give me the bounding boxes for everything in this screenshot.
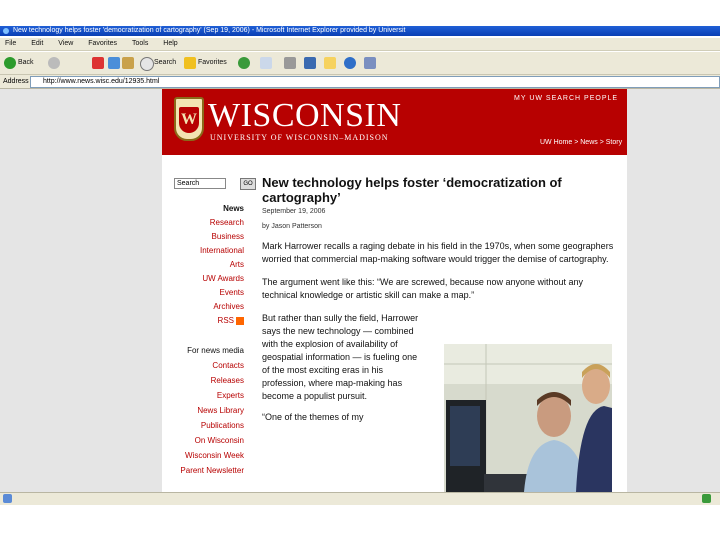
menu-help[interactable]: Help bbox=[163, 40, 177, 47]
notes-icon[interactable] bbox=[324, 57, 336, 69]
photo-illustration bbox=[444, 344, 612, 492]
search-go-button[interactable]: GO bbox=[240, 178, 256, 190]
address-input[interactable]: http://www.news.wisc.edu/12935.html bbox=[30, 76, 720, 88]
refresh-icon[interactable] bbox=[108, 57, 120, 69]
toolbar: Back Search Favorites bbox=[0, 52, 720, 75]
forward-arrow-icon[interactable] bbox=[48, 57, 60, 69]
menu-tools[interactable]: Tools bbox=[132, 40, 148, 47]
media-nav: For news media Contacts Releases Experts… bbox=[162, 343, 244, 478]
uw-wordmark[interactable]: WISCONSIN bbox=[208, 97, 401, 135]
article-byline: by Jason Patterson bbox=[262, 223, 322, 230]
nav-publications[interactable]: Publications bbox=[162, 418, 244, 433]
nav-wisconsin-week[interactable]: Wisconsin Week bbox=[162, 448, 244, 463]
side-nav: News Research Business International Art… bbox=[162, 202, 244, 328]
nav-rss-label: RSS bbox=[217, 316, 234, 325]
nav-uw-awards[interactable]: UW Awards bbox=[162, 272, 244, 286]
article-paragraph-2: The argument went like this: “We are scr… bbox=[262, 277, 584, 300]
globe-icon[interactable] bbox=[344, 57, 356, 69]
uw-banner: W WISCONSIN UNIVERSITY OF WISCONSIN–MADI… bbox=[162, 89, 627, 155]
stop-icon[interactable] bbox=[92, 57, 104, 69]
history-icon[interactable] bbox=[238, 57, 250, 69]
article-paragraph-4: “One of the themes of my bbox=[262, 412, 364, 422]
menu-view[interactable]: View bbox=[58, 40, 73, 47]
search-button[interactable]: Search bbox=[154, 55, 176, 71]
address-url: http://www.news.wisc.edu/12935.html bbox=[43, 78, 160, 85]
back-arrow-icon[interactable] bbox=[4, 57, 16, 69]
messenger-icon[interactable] bbox=[364, 57, 376, 69]
menu-bar: File Edit View Favorites Tools Help bbox=[0, 38, 720, 51]
nav-news[interactable]: News bbox=[162, 202, 244, 216]
search-icon[interactable] bbox=[140, 57, 154, 71]
rss-icon bbox=[236, 316, 244, 325]
menu-file[interactable]: File bbox=[5, 40, 16, 47]
search-input[interactable]: Search bbox=[174, 178, 226, 189]
favorites-button[interactable]: Favorites bbox=[198, 55, 227, 71]
article-paragraph-3: But rather than sully the field, Harrowe… bbox=[262, 313, 419, 401]
back-button[interactable]: Back bbox=[18, 55, 34, 71]
nav-for-news-media: For news media bbox=[187, 346, 244, 355]
address-bar: Address http://www.news.wisc.edu/12935.h… bbox=[0, 75, 720, 89]
nav-parent-newsletter[interactable]: Parent Newsletter bbox=[162, 463, 244, 478]
top-links[interactable]: MY UW SEARCH PEOPLE bbox=[514, 95, 618, 102]
nav-experts[interactable]: Experts bbox=[162, 388, 244, 403]
nav-international[interactable]: International bbox=[162, 244, 244, 258]
nav-contacts[interactable]: Contacts bbox=[162, 358, 244, 373]
internet-zone-icon bbox=[702, 494, 711, 503]
window-title: New technology helps foster 'democratiza… bbox=[12, 27, 406, 34]
browser-viewport[interactable]: W WISCONSIN UNIVERSITY OF WISCONSIN–MADI… bbox=[0, 89, 720, 492]
home-icon[interactable] bbox=[122, 57, 134, 69]
nav-archives[interactable]: Archives bbox=[162, 300, 244, 314]
status-bar bbox=[0, 493, 720, 505]
print-icon[interactable] bbox=[284, 57, 296, 69]
uw-crest-logo[interactable]: W bbox=[174, 97, 204, 141]
article-photo bbox=[444, 344, 612, 492]
article-paragraph-1: Mark Harrower recalls a raging debate in… bbox=[262, 241, 614, 264]
article-headline: New technology helps foster ‘democratiza… bbox=[262, 175, 562, 205]
nav-news-library[interactable]: News Library bbox=[162, 403, 244, 418]
breadcrumb[interactable]: UW Home > News > Story bbox=[540, 139, 622, 146]
nav-rss[interactable]: RSS bbox=[162, 314, 244, 328]
ie-icon bbox=[3, 28, 9, 34]
page-done-icon bbox=[3, 494, 12, 503]
uw-crest-letter: W bbox=[179, 107, 199, 133]
nav-on-wisconsin[interactable]: On Wisconsin bbox=[162, 433, 244, 448]
favorites-star-icon[interactable] bbox=[184, 57, 196, 69]
nav-research[interactable]: Research bbox=[162, 216, 244, 230]
address-label: Address bbox=[3, 78, 29, 85]
nav-business[interactable]: Business bbox=[162, 230, 244, 244]
menu-favorites[interactable]: Favorites bbox=[88, 40, 117, 47]
web-page: W WISCONSIN UNIVERSITY OF WISCONSIN–MADI… bbox=[162, 89, 627, 492]
mail-icon[interactable] bbox=[260, 57, 272, 69]
edit-icon[interactable] bbox=[304, 57, 316, 69]
nav-arts[interactable]: Arts bbox=[162, 258, 244, 272]
nav-events[interactable]: Events bbox=[162, 286, 244, 300]
window-title-bar[interactable]: New technology helps foster 'democratiza… bbox=[0, 26, 720, 36]
article-date: September 19, 2006 bbox=[262, 208, 326, 215]
menu-edit[interactable]: Edit bbox=[31, 40, 43, 47]
nav-releases[interactable]: Releases bbox=[162, 373, 244, 388]
uw-subtitle: UNIVERSITY OF WISCONSIN–MADISON bbox=[210, 133, 389, 142]
